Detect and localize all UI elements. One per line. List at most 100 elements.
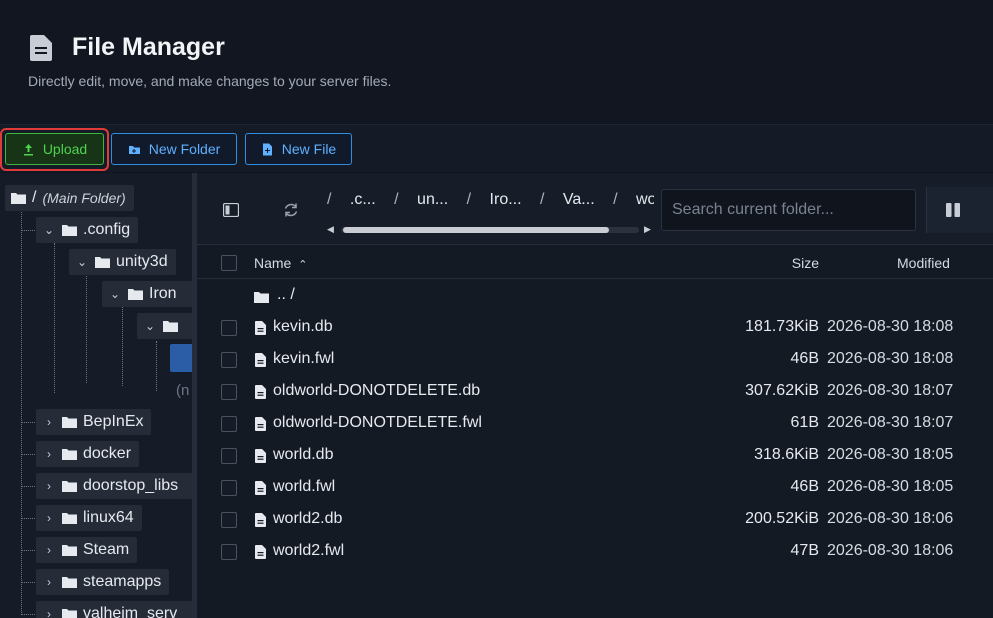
toolbar: Upload New Folder New File <box>0 124 993 172</box>
sidebar-toggle-icon[interactable] <box>219 198 243 222</box>
chevron-right-icon[interactable]: › <box>42 575 56 589</box>
table-row[interactable]: oldworld-DONOTDELETE.fwl 61B 2026-08-30 … <box>197 408 993 440</box>
scroll-left-icon[interactable]: ◀ <box>327 224 334 235</box>
file-name[interactable]: oldworld-DONOTDELETE.db <box>273 382 480 400</box>
file-name[interactable]: kevin.fwl <box>273 350 334 368</box>
view-toggle-button[interactable] <box>926 187 993 233</box>
tree-item-doorstop-libs[interactable]: › doorstop_libs <box>36 473 193 499</box>
folder-icon <box>62 513 77 524</box>
upload-button[interactable]: Upload <box>5 133 104 165</box>
tree-item-label: valheim_serv <box>83 605 178 618</box>
breadcrumb-item[interactable]: Va... <box>563 191 595 208</box>
table-row[interactable]: world.db 318.6KiB 2026-08-30 18:05 <box>197 440 993 472</box>
row-checkbox[interactable] <box>221 448 237 464</box>
search-input[interactable] <box>661 189 916 231</box>
document-icon <box>30 35 52 61</box>
file-size: 181.73KiB <box>745 318 819 335</box>
breadcrumb-item[interactable]: Iro... <box>490 191 522 208</box>
file-panel: / .c... / un... / Iro... / Va... / world… <box>197 173 993 618</box>
chevron-right-icon[interactable]: › <box>42 543 56 557</box>
row-checkbox[interactable] <box>221 480 237 496</box>
upload-label: Upload <box>42 141 88 157</box>
upload-icon <box>23 143 33 155</box>
file-name[interactable]: world.fwl <box>273 478 335 496</box>
columns-icon <box>946 203 960 217</box>
folder-plus-icon <box>128 145 140 154</box>
file-size: 46B <box>790 478 819 495</box>
new-file-button[interactable]: New File <box>245 133 352 165</box>
table-row[interactable]: oldworld-DONOTDELETE.db 307.62KiB 2026-0… <box>197 376 993 408</box>
breadcrumb-item[interactable]: un... <box>417 191 448 208</box>
chevron-right-icon[interactable]: › <box>42 415 56 429</box>
folder-icon <box>95 257 110 268</box>
chevron-down-icon[interactable]: ⌄ <box>143 319 157 333</box>
tree-item-valheim[interactable]: ⌄ <box>137 313 193 339</box>
breadcrumb-separator: / <box>540 191 545 208</box>
page-title: File Manager <box>72 33 225 61</box>
tree-guide <box>21 550 35 551</box>
scrollbar-thumb[interactable] <box>343 227 609 233</box>
tree-item-docker[interactable]: › docker <box>36 441 140 467</box>
tree-item-truncated[interactable]: (n <box>176 377 189 403</box>
file-name[interactable]: oldworld-DONOTDELETE.fwl <box>273 414 482 432</box>
refresh-icon[interactable] <box>279 198 303 222</box>
tree-item-valheim-server[interactable]: › valheim_serv <box>36 601 193 618</box>
column-modified-label[interactable]: Modified <box>897 255 950 271</box>
tree-item-bepinex[interactable]: › BepInEx <box>36 409 152 435</box>
file-modified: 2026-08-30 18:07 <box>827 414 954 431</box>
file-name[interactable]: kevin.db <box>273 318 333 336</box>
breadcrumb-scrollbar[interactable]: ◀ ▶ <box>327 223 654 235</box>
tree-guide <box>21 230 35 231</box>
sort-ascending-icon: ⌃ <box>298 259 308 271</box>
row-checkbox[interactable] <box>221 352 237 368</box>
tree-item-config[interactable]: ⌄ .config <box>36 217 139 243</box>
select-all-checkbox[interactable] <box>221 255 237 271</box>
folder-icon <box>11 193 26 204</box>
chevron-down-icon[interactable]: ⌄ <box>42 223 56 237</box>
breadcrumb-item[interactable]: worlds_l <box>636 191 654 208</box>
sort-name-header[interactable]: Name ⌃ <box>254 255 307 271</box>
file-name[interactable]: world2.fwl <box>273 542 344 560</box>
tree-item-steam[interactable]: › Steam <box>36 537 138 563</box>
chevron-right-icon[interactable]: › <box>42 511 56 525</box>
file-icon <box>255 545 266 559</box>
file-icon <box>255 481 266 495</box>
folder-icon <box>62 417 77 428</box>
table-row[interactable]: world.fwl 46B 2026-08-30 18:05 <box>197 472 993 504</box>
folder-tree: / (Main Folder) ⌄ .config ⌄ unity3d ⌄ Ir… <box>0 173 193 618</box>
chevron-right-icon[interactable]: › <box>42 607 56 618</box>
row-checkbox[interactable] <box>221 544 237 560</box>
chevron-down-icon[interactable]: ⌄ <box>108 287 122 301</box>
page-subtitle: Directly edit, move, and make changes to… <box>28 73 392 89</box>
row-checkbox[interactable] <box>221 384 237 400</box>
breadcrumb-separator: / <box>466 191 472 208</box>
tree-item-iron[interactable]: ⌄ Iron <box>102 281 193 307</box>
table-row[interactable]: kevin.db 181.73KiB 2026-08-30 18:08 <box>197 312 993 344</box>
tree-guide <box>86 273 87 383</box>
file-modified: 2026-08-30 18:06 <box>827 542 954 559</box>
row-checkbox[interactable] <box>221 416 237 432</box>
tree-item-linux64[interactable]: › linux64 <box>36 505 142 531</box>
file-name[interactable]: world2.db <box>273 510 342 528</box>
chevron-right-icon[interactable]: › <box>42 447 56 461</box>
file-navbar: / .c... / un... / Iro... / Va... / world… <box>197 173 993 245</box>
parent-folder-row[interactable]: .. / <box>197 280 993 312</box>
breadcrumb-separator[interactable]: / <box>327 191 331 208</box>
breadcrumb-item[interactable]: .c... <box>350 191 376 208</box>
column-size-label[interactable]: Size <box>792 255 819 271</box>
new-folder-button[interactable]: New Folder <box>111 133 237 165</box>
chevron-right-icon[interactable]: › <box>42 479 56 493</box>
row-checkbox[interactable] <box>221 512 237 528</box>
folder-icon <box>62 577 77 588</box>
chevron-down-icon[interactable]: ⌄ <box>75 255 89 269</box>
column-name-label: Name <box>254 255 292 271</box>
tree-item-unity3d[interactable]: ⌄ unity3d <box>69 249 176 275</box>
table-row[interactable]: world2.fwl 47B 2026-08-30 18:06 <box>197 536 993 568</box>
file-name[interactable]: world.db <box>273 446 333 464</box>
table-row[interactable]: kevin.fwl 46B 2026-08-30 18:08 <box>197 344 993 376</box>
tree-item-steamapps[interactable]: › steamapps <box>36 569 170 595</box>
tree-root[interactable]: / (Main Folder) <box>5 185 134 211</box>
row-checkbox[interactable] <box>221 320 237 336</box>
scroll-right-icon[interactable]: ▶ <box>644 224 651 235</box>
table-row[interactable]: world2.db 200.52KiB 2026-08-30 18:06 <box>197 504 993 536</box>
